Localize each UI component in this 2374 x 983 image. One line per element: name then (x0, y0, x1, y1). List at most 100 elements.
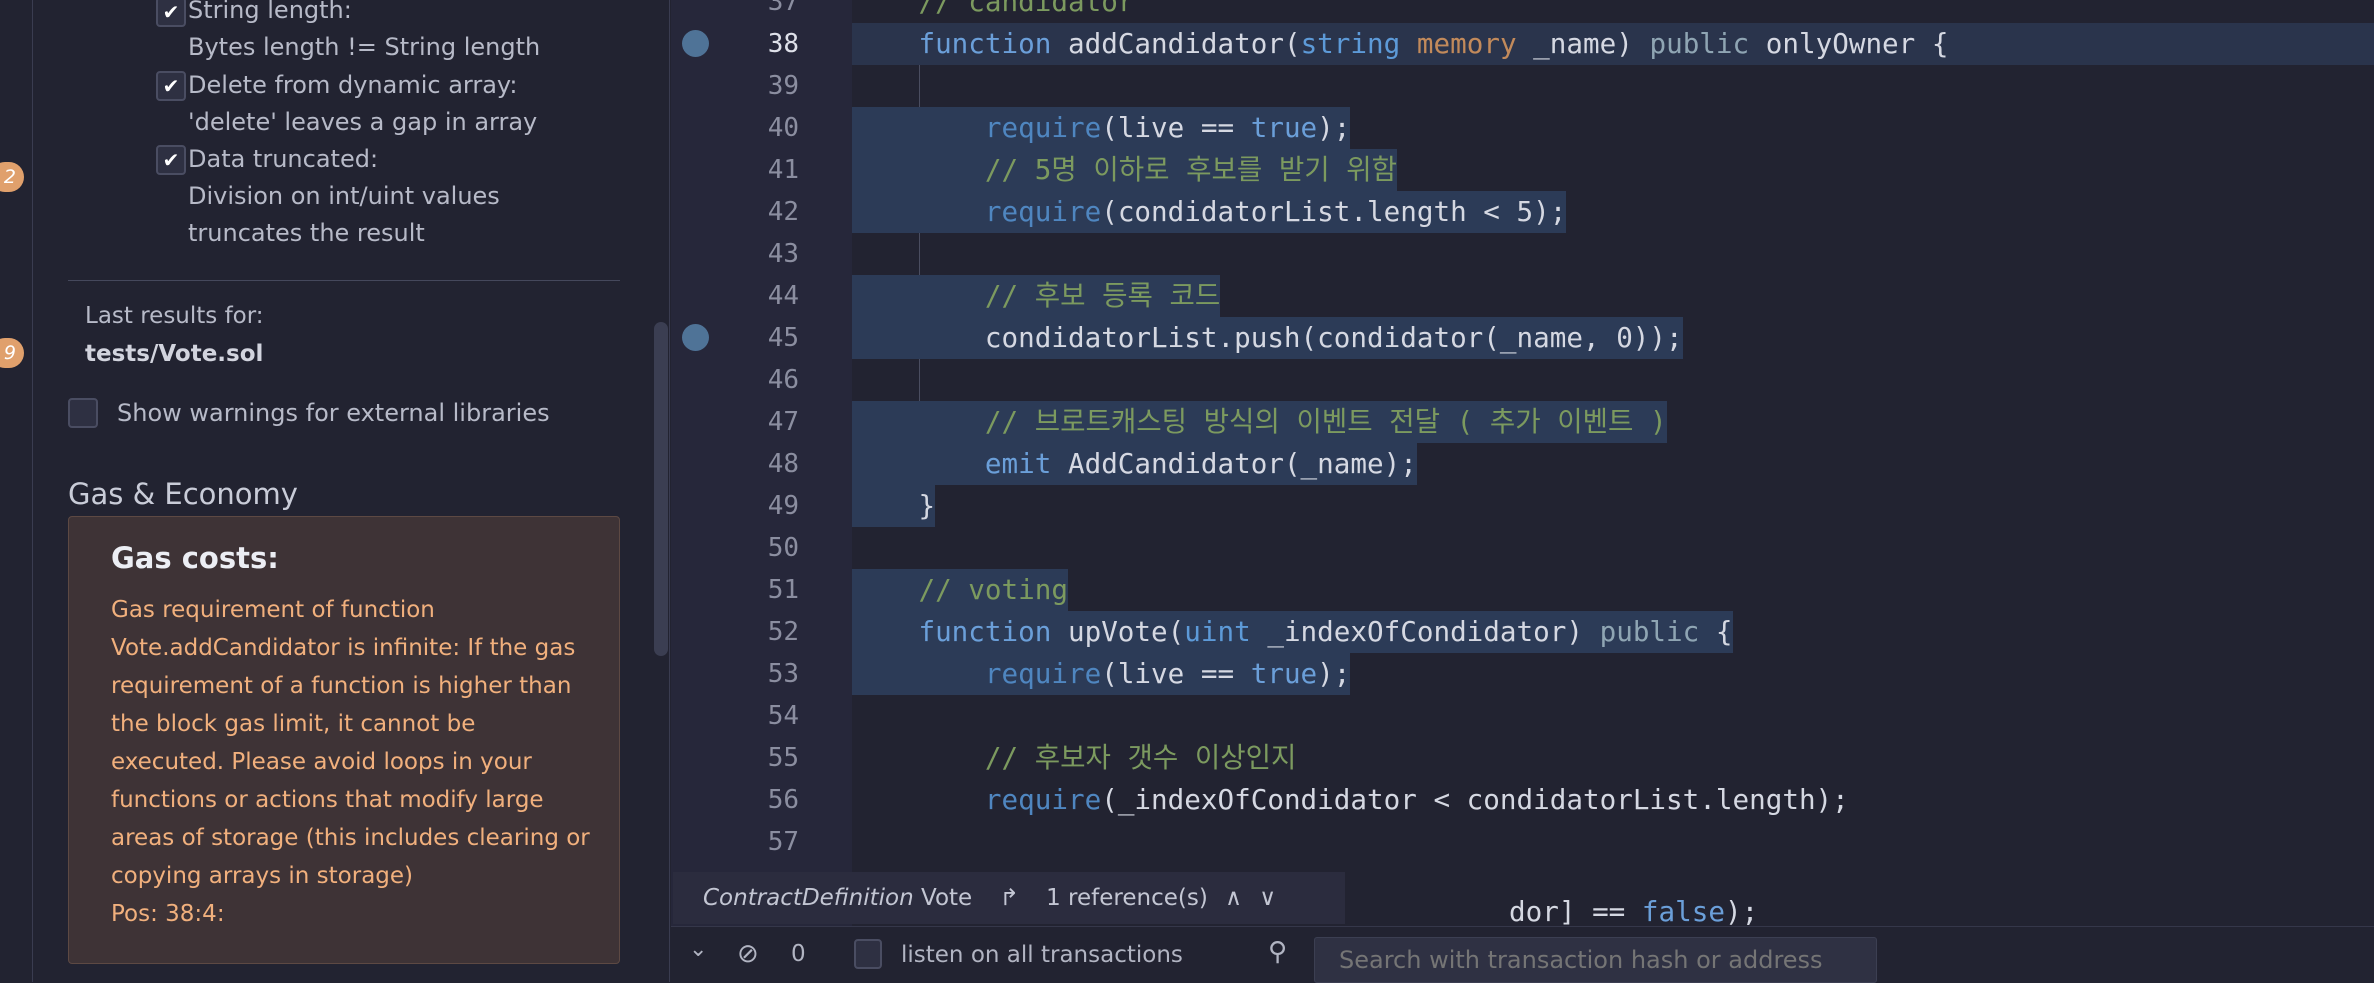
code-token: uint (1184, 615, 1251, 648)
line-number: 37 (767, 0, 799, 17)
code-line[interactable]: // 후보 등록 코드 (852, 275, 1221, 317)
code-token: // 후보 등록 코드 (984, 279, 1221, 312)
code-line[interactable]: require(condidatorList.length < 5); (852, 191, 1567, 233)
code-token: { (1699, 615, 1733, 648)
line-number: 54 (767, 701, 799, 731)
code-token: string (1300, 27, 1401, 60)
code-line[interactable]: // 후보자 갯수 이상인지 (852, 737, 1297, 779)
code-token: ); (1317, 111, 1351, 144)
code-line[interactable]: // candidator (852, 0, 1134, 23)
code-line[interactable]: require(live == true); (852, 653, 1351, 695)
code-area[interactable]: dor] == false); // candidator function a… (852, 0, 2374, 926)
breakpoint-icon[interactable] (682, 324, 709, 351)
line-number: 55 (767, 743, 799, 773)
check-data-truncated-checkbox[interactable]: ✔ (156, 145, 186, 175)
code-line-content: } (852, 485, 936, 527)
search-icon: ⚲ (1268, 937, 1288, 967)
clear-console-icon[interactable]: ⊘ (737, 939, 759, 969)
code-token: (live == (1101, 111, 1251, 144)
line-number: 47 (767, 407, 799, 437)
code-line-content: // 후보 등록 코드 (852, 275, 1221, 317)
references-count[interactable]: 1 reference(s) (1046, 885, 1208, 911)
check-desc: 'delete' leaves a gap in array (188, 108, 538, 136)
warning-title: Gas costs: (111, 541, 279, 575)
check-delete-array-checkbox[interactable]: ✔ (156, 71, 186, 101)
code-token: true (1250, 657, 1318, 690)
code-line[interactable]: require(_indexOfCondidator < condidatorL… (852, 779, 1849, 821)
code-token: } (852, 489, 936, 522)
code-line[interactable]: } (852, 485, 936, 527)
code-line[interactable]: emit AddCandidator(_name); (852, 443, 1417, 485)
transaction-search-input[interactable] (1314, 937, 1877, 983)
panel-scrollbar[interactable] (654, 322, 668, 656)
code-token: condidatorList.push(condidator(_name, 0)… (984, 321, 1683, 354)
code-line-content: require(_indexOfCondidator < condidatorL… (852, 783, 1849, 816)
code-token: (condidatorList.length < 5); (1101, 195, 1567, 228)
code-line[interactable]: require(live == true); (852, 107, 1351, 149)
chevron-down-icon[interactable]: ∨ (1259, 885, 1276, 911)
line-gutter: 37 38 39 40 41 42 43 44 45 46 47 48 49 50 51 52 53 54 55 56… (671, 0, 852, 926)
notification-badge[interactable]: 2 (0, 162, 24, 192)
listen-all-checkbox[interactable] (854, 939, 882, 969)
code-token: public (1599, 615, 1700, 648)
code-line-content: condidatorList.push(condidator(_name, 0)… (852, 317, 1683, 359)
code-token: function (918, 615, 1052, 648)
line-number: 45 (767, 323, 799, 353)
code-line[interactable]: // voting (852, 569, 1068, 611)
code-token: AddCandidator(_name); (1051, 447, 1417, 480)
code-token: require (984, 195, 1102, 228)
go-to-definition-icon[interactable]: ↱ (1000, 885, 1019, 911)
code-line[interactable]: function upVote(uint _indexOfCondidator)… (852, 611, 1733, 653)
code-editor[interactable]: 37 38 39 40 41 42 43 44 45 46 47 48 49 50 51 52 53 54 55 56… (671, 0, 2374, 926)
code-line-content: // candidator (852, 0, 1134, 18)
chevron-up-icon[interactable]: ∧ (1225, 885, 1242, 911)
line-number: 41 (767, 155, 799, 185)
code-line[interactable]: function addCandidator(string memory _na… (852, 23, 2374, 65)
check-title: String length: (188, 0, 352, 24)
code-line-content: require(condidatorList.length < 5); (852, 191, 1567, 233)
line-number: 42 (767, 197, 799, 227)
listen-all-label[interactable]: listen on all transactions (901, 942, 1183, 968)
show-warnings-checkbox[interactable] (68, 398, 98, 428)
code-token: function (918, 27, 1052, 60)
code-line-content: function addCandidator(string memory _na… (852, 27, 1949, 60)
notification-badge[interactable]: 9 (0, 338, 24, 368)
warning-position[interactable]: Pos: 38:4: (111, 901, 225, 927)
code-line[interactable]: // 5명 이하로 후보를 받기 위함 (852, 149, 1398, 191)
line-number: 53 (767, 659, 799, 689)
line-number: 46 (767, 365, 799, 395)
code-token: ); (1317, 657, 1351, 690)
code-line-content: // 후보자 갯수 이상인지 (852, 741, 1297, 774)
peek-reference-widget: ContractDefinition Vote ↱ 1 reference(s)… (673, 872, 1345, 924)
check-string-length-checkbox[interactable]: ✔ (156, 0, 186, 27)
code-token: memory (1416, 27, 1517, 60)
definition-kind: ContractDefinition (703, 885, 914, 911)
code-line-content: function upVote(uint _indexOfCondidator)… (852, 611, 1733, 653)
code-token: (_indexOfCondidator < condidatorList.len… (1101, 783, 1849, 816)
code-token: true (1250, 111, 1318, 144)
line-number: 57 (767, 827, 799, 857)
terminal-bar: ⌄ ⊘ 0 listen on all transactions ⚲ (671, 926, 2374, 983)
code-token: // 후보자 갯수 이상인지 (984, 741, 1297, 774)
section-title: Gas & Economy (68, 477, 298, 511)
code-token: (live == (1101, 657, 1251, 690)
collapse-terminal-icon[interactable]: ⌄ (689, 937, 707, 962)
breakpoint-icon[interactable] (682, 30, 709, 57)
line-number: 39 (767, 71, 799, 101)
code-line[interactable]: // 브로트캐스팅 방식의 이벤트 전달 ( 추가 이벤트 ) (852, 401, 1667, 443)
check-title: Delete from dynamic array: (188, 71, 518, 99)
code-token: upVote( (1051, 615, 1185, 648)
code-line[interactable]: condidatorList.push(condidator(_name, 0)… (852, 317, 1683, 359)
code-token: onlyOwner { (1749, 27, 1949, 60)
show-warnings-label[interactable]: Show warnings for external libraries (117, 395, 550, 432)
